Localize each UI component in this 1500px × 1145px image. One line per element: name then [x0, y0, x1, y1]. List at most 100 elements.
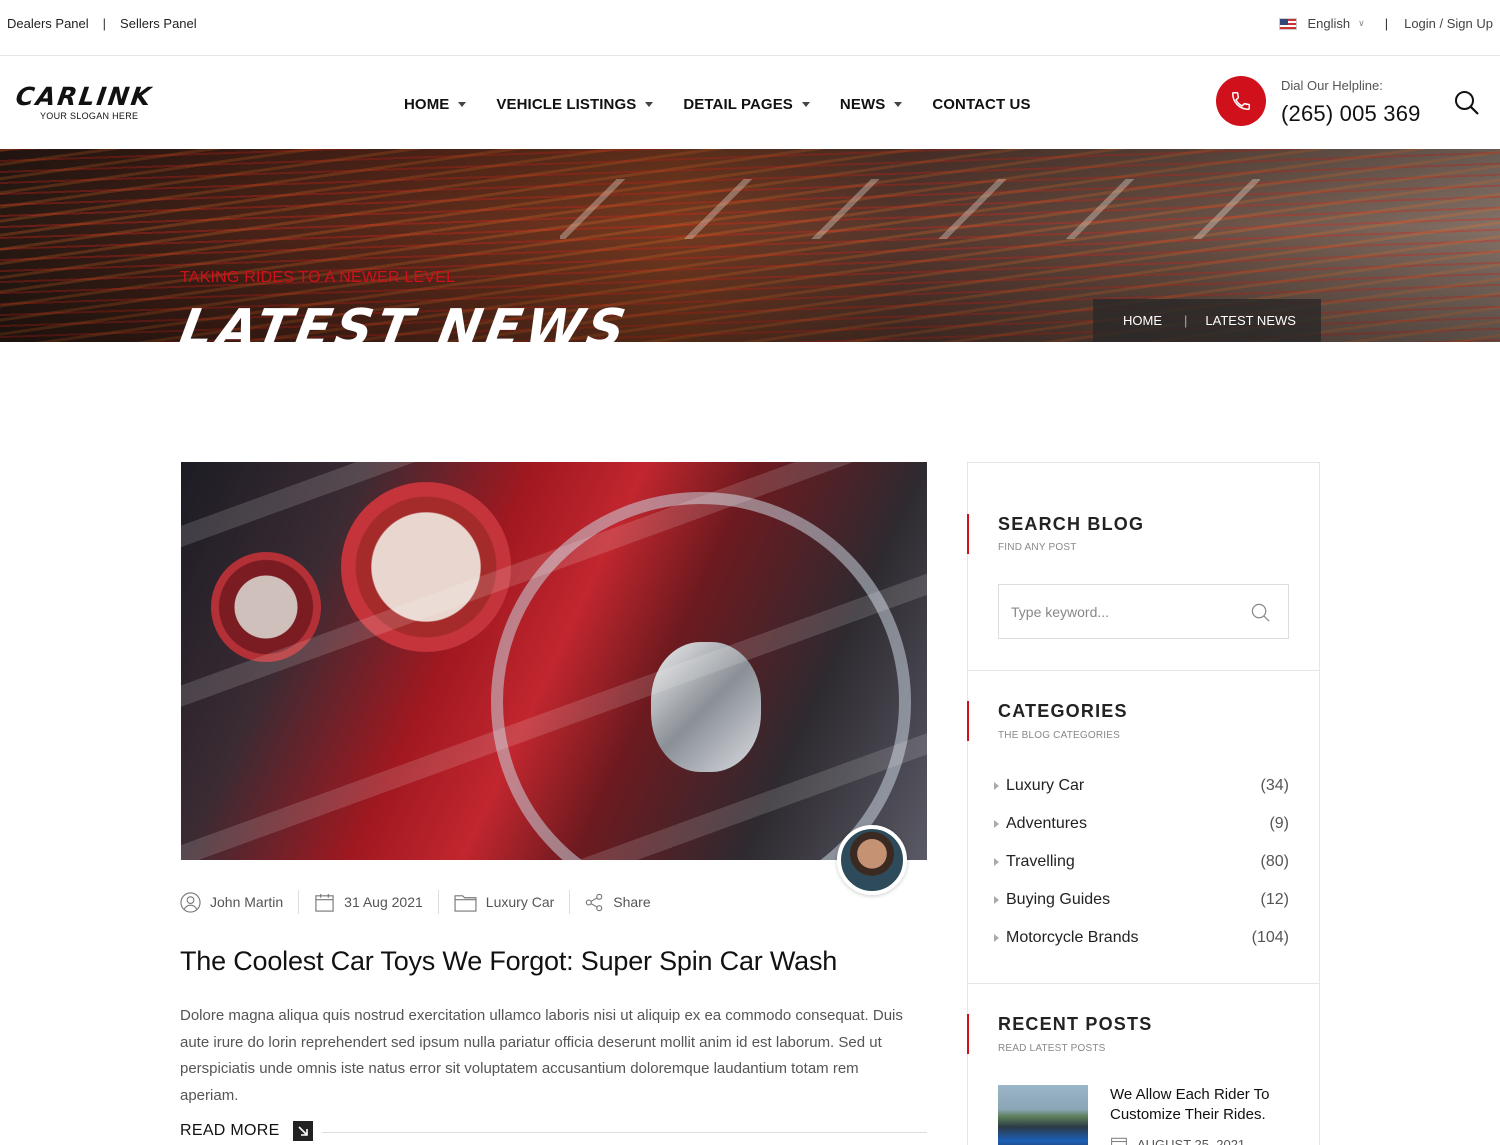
post-author[interactable]: John Martin — [180, 891, 284, 913]
search-blog-title: SEARCH BLOG — [998, 514, 1145, 534]
recent-post-thumbnail[interactable] — [998, 1085, 1088, 1145]
nav-item-vehicle-listings[interactable]: VEHICLE LISTINGS — [496, 96, 654, 113]
post-featured-image[interactable] — [181, 462, 927, 860]
nav-item-home[interactable]: HOME — [404, 96, 467, 113]
caret-down-icon — [645, 102, 654, 107]
caret-right-icon — [994, 896, 999, 904]
post-category[interactable]: Luxury Car — [454, 893, 554, 912]
share-button[interactable]: Share — [585, 893, 651, 912]
top-right-controls: English ∨ | Login / Sign Up — [1279, 16, 1493, 31]
page-hero: TAKING RIDES TO A NEWER LEVEL LATEST NEW… — [0, 149, 1500, 342]
breadcrumb: HOME | LATEST NEWS — [1093, 299, 1321, 342]
caret-right-icon — [994, 820, 999, 828]
search-blog-subtitle: FIND ANY POST — [998, 542, 1077, 553]
section-accent-bar — [967, 514, 969, 554]
chevron-down-icon: ∨ — [1358, 18, 1365, 28]
hero-background-pattern — [560, 179, 1260, 239]
nav-label: HOME — [404, 96, 450, 113]
category-item[interactable]: Adventures (9) — [994, 815, 1289, 833]
category-item[interactable]: Travelling (80) — [994, 853, 1289, 871]
arrow-down-right-icon — [292, 1121, 313, 1141]
main-nav: HOME VEHICLE LISTINGS DETAIL PAGES NEWS … — [404, 96, 1061, 113]
section-accent-bar — [967, 701, 969, 741]
helpline-label: Dial Our Helpline: — [1281, 78, 1383, 93]
read-more-label: READ MORE — [180, 1122, 280, 1139]
user-icon — [180, 891, 201, 913]
recent-posts-subtitle: READ LATEST POSTS — [998, 1043, 1106, 1054]
search-icon[interactable] — [1251, 603, 1270, 622]
date-text: 31 Aug 2021 — [344, 894, 423, 910]
categories-subtitle: THE BLOG CATEGORIES — [998, 730, 1120, 741]
read-more-divider — [322, 1132, 927, 1133]
section-accent-bar — [967, 1014, 969, 1054]
post-meta: John Martin 31 Aug 2021 Luxury Car Share — [180, 890, 651, 914]
category-count: (12) — [1260, 891, 1289, 908]
caret-right-icon — [994, 782, 999, 790]
post-excerpt: Dolore magna aliqua quis nostrud exercit… — [180, 1007, 903, 1104]
caret-down-icon — [801, 102, 810, 107]
author-name: John Martin — [210, 894, 284, 910]
folder-icon — [454, 894, 477, 912]
recent-post-title[interactable]: We Allow Each Rider To Customize Their R… — [1110, 1085, 1290, 1125]
category-count: (80) — [1260, 853, 1289, 870]
recent-post-date-text: AUGUST 25, 2021 — [1137, 1136, 1246, 1145]
nav-label: VEHICLE LISTINGS — [496, 96, 637, 113]
divider — [298, 890, 300, 914]
language-selector[interactable]: English — [1307, 16, 1350, 31]
page-title: LATEST NEWS — [174, 299, 634, 342]
read-more-button[interactable]: READ MORE — [180, 1121, 313, 1141]
top-bar: Dealers Panel | Sellers Panel English ∨ … — [0, 0, 1500, 56]
logo-slogan: YOUR SLOGAN HERE — [40, 111, 139, 121]
section-divider — [968, 670, 1319, 671]
category-item[interactable]: Buying Guides (12) — [994, 891, 1289, 909]
blog-search-box — [998, 584, 1289, 639]
nav-label: DETAIL PAGES — [683, 96, 793, 113]
category-count: (9) — [1269, 815, 1289, 832]
image-detail — [181, 462, 927, 860]
divider — [437, 890, 439, 914]
blog-sidebar: SEARCH BLOG FIND ANY POST CATEGORIES THE… — [967, 462, 1320, 1145]
separator: | — [1384, 16, 1389, 31]
nav-item-contact-us[interactable]: CONTACT US — [932, 96, 1030, 113]
divider — [569, 890, 571, 914]
share-label: Share — [613, 894, 651, 910]
main-header: CARLINK YOUR SLOGAN HERE HOME VEHICLE LI… — [0, 56, 1500, 149]
search-icon[interactable] — [1454, 90, 1480, 116]
sellers-panel-link[interactable]: Sellers Panel — [120, 16, 197, 31]
breadcrumb-home[interactable]: HOME — [1123, 313, 1162, 328]
calendar-icon — [315, 893, 334, 912]
nav-item-news[interactable]: NEWS — [839, 96, 903, 113]
category-item[interactable]: Luxury Car (34) — [994, 777, 1289, 795]
post-title[interactable]: The Coolest Car Toys We Forgot: Super Sp… — [180, 946, 837, 977]
blog-search-input[interactable] — [999, 585, 1239, 638]
hero-subtitle: TAKING RIDES TO A NEWER LEVEL — [180, 269, 456, 286]
helpline-number[interactable]: (265) 005 369 — [1281, 101, 1421, 127]
post-date: 31 Aug 2021 — [314, 892, 423, 913]
category-label: Travelling — [1006, 853, 1075, 870]
breadcrumb-current: LATEST NEWS — [1205, 313, 1296, 328]
nav-label: NEWS — [839, 96, 886, 113]
dealers-panel-link[interactable]: Dealers Panel — [7, 16, 89, 31]
separator: | — [102, 16, 107, 31]
category-label: Luxury Car — [1006, 777, 1085, 794]
category-item[interactable]: Motorcycle Brands (104) — [994, 929, 1289, 947]
recent-post-date: AUGUST 25, 2021 — [1110, 1135, 1245, 1145]
login-signup-link[interactable]: Login / Sign Up — [1404, 16, 1493, 31]
category-label: Buying Guides — [1006, 891, 1111, 908]
author-avatar[interactable] — [837, 825, 907, 895]
section-divider — [968, 983, 1319, 984]
category-count: (34) — [1260, 777, 1289, 794]
site-logo[interactable]: CARLINK YOUR SLOGAN HERE — [13, 82, 176, 121]
nav-label: CONTACT US — [932, 96, 1031, 113]
phone-icon[interactable] — [1216, 76, 1266, 126]
nav-item-detail-pages[interactable]: DETAIL PAGES — [683, 96, 810, 113]
caret-right-icon — [994, 858, 999, 866]
category-label: Motorcycle Brands — [1006, 929, 1139, 946]
flag-us-icon — [1279, 17, 1298, 30]
caret-down-icon — [894, 102, 903, 107]
recent-posts-title: RECENT POSTS — [998, 1014, 1153, 1034]
share-icon — [586, 893, 603, 911]
category-label: Adventures — [1006, 815, 1087, 832]
breadcrumb-separator: | — [1184, 313, 1188, 328]
logo-text: CARLINK — [13, 82, 155, 111]
